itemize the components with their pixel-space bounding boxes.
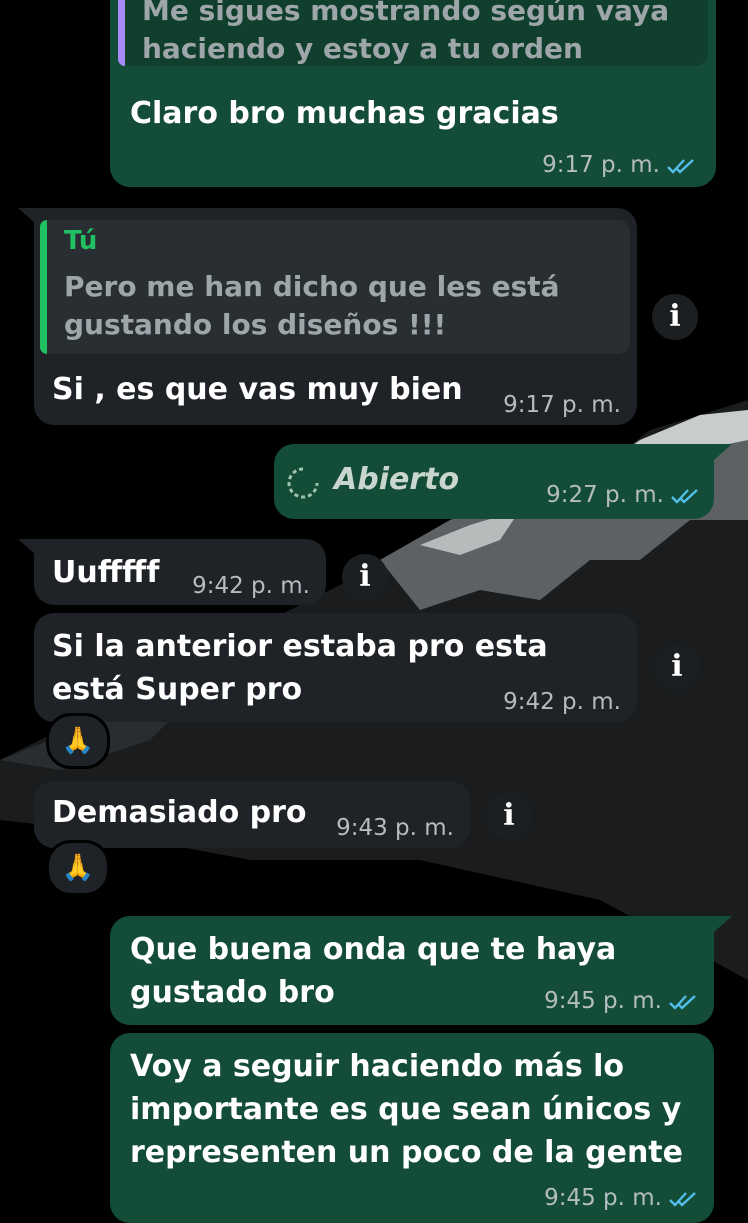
message-time: 9:17 p. m. — [542, 152, 696, 178]
quote-accent-bar — [40, 220, 47, 354]
message-bubble-incoming[interactable]: Demasiado pro 9:43 p. m. — [34, 781, 470, 848]
message-text: Claro bro muchas gracias — [130, 96, 559, 131]
bubble-tail — [714, 916, 732, 932]
message-time: 9:42 p. m. — [503, 689, 621, 715]
info-icon[interactable]: i — [652, 294, 698, 340]
message-bubble-incoming[interactable]: Tú Pero me han dicho que les está gustan… — [34, 208, 637, 425]
message-time: 9:45 p. m. — [544, 988, 698, 1014]
message-bubble-outgoing[interactable]: Me sigues mostrando según vaya haciendo … — [110, 0, 716, 187]
time-label: 9:27 p. m. — [546, 482, 664, 508]
message-text: Abierto — [334, 462, 460, 497]
message-bubble-incoming[interactable]: Si la anterior estaba pro esta está Supe… — [34, 613, 637, 722]
message-bubble-outgoing[interactable]: Que buena onda que te haya gustado bro 9… — [110, 916, 714, 1025]
read-ticks-icon — [671, 488, 698, 504]
message-time: 9:45 p. m. — [544, 1185, 698, 1211]
message-text: Demasiado pro — [52, 795, 307, 830]
quoted-message[interactable]: Tú Pero me han dicho que les está gustan… — [40, 220, 630, 354]
time-label: 9:45 p. m. — [544, 1185, 662, 1211]
message-text: Voy a seguir haciendo más lo importante … — [130, 1049, 683, 1170]
message-bubble-outgoing[interactable]: Voy a seguir haciendo más lo importante … — [110, 1033, 714, 1223]
read-ticks-icon — [667, 158, 694, 174]
info-icon[interactable]: i — [654, 644, 700, 690]
view-once-icon — [287, 467, 319, 499]
message-time: 9:27 p. m. — [546, 482, 700, 508]
read-ticks-icon — [669, 994, 696, 1010]
read-ticks-icon — [669, 1191, 696, 1207]
reaction-badge[interactable]: 🙏 — [46, 713, 110, 769]
quoted-author: Tú — [64, 226, 98, 256]
message-bubble-outgoing[interactable]: Abierto 9:27 p. m. — [274, 444, 714, 519]
time-label: 9:45 p. m. — [544, 988, 662, 1014]
reaction-badge[interactable]: 🙏 — [46, 840, 110, 896]
info-icon[interactable]: i — [486, 793, 532, 839]
quoted-text: Me sigues mostrando según vaya haciendo … — [142, 0, 670, 65]
quoted-text: Pero me han dicho que les está gustando … — [64, 270, 560, 341]
message-time: 9:17 p. m. — [503, 392, 621, 418]
message-bubble-incoming[interactable]: Uufffff 9:42 p. m. — [34, 539, 326, 605]
bubble-tail — [714, 444, 732, 460]
message-text: Si , es que vas muy bien — [52, 372, 463, 407]
quoted-message[interactable]: Me sigues mostrando según vaya haciendo … — [118, 0, 708, 66]
message-time: 9:43 p. m. — [336, 815, 454, 841]
message-text: Uufffff — [52, 555, 160, 590]
quote-accent-bar — [118, 0, 125, 66]
message-time: 9:42 p. m. — [192, 573, 310, 599]
info-icon[interactable]: i — [342, 554, 388, 600]
time-label: 9:17 p. m. — [542, 152, 660, 178]
